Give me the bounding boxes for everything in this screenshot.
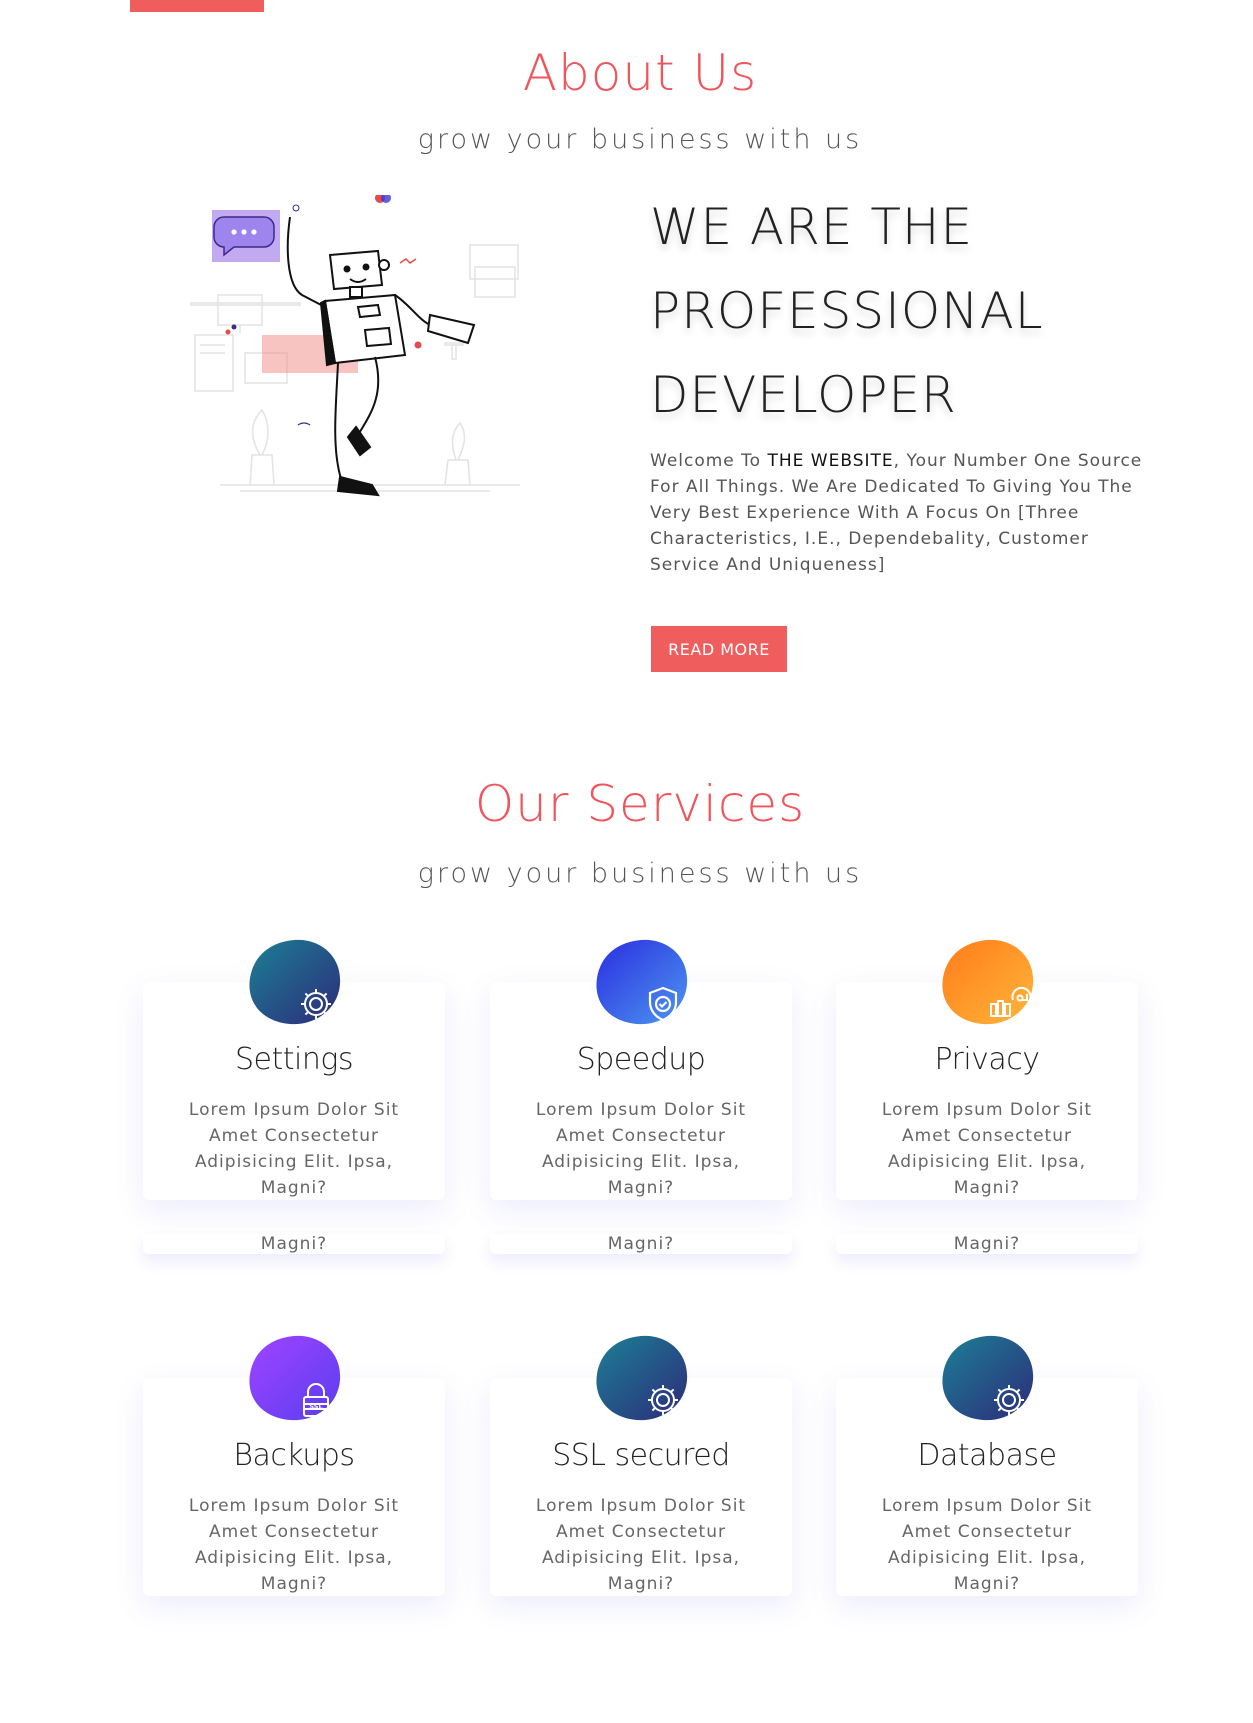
headline-line-1: WE ARE THE [650, 198, 974, 256]
service-card-overflow: Magni? [143, 1234, 445, 1254]
service-card-title: Backups [233, 1438, 355, 1473]
svg-text:SSL: SSL [309, 1403, 322, 1411]
services-title: Our Services [474, 775, 806, 833]
service-card-title: Settings [234, 1042, 354, 1077]
top-accent-bar [130, 0, 264, 12]
robot-illustration [190, 195, 520, 497]
gear-icon [939, 1334, 1035, 1422]
about-desc-prefix: Welcome To [650, 451, 768, 471]
service-card-title: Speedup [576, 1042, 706, 1077]
service-card-overflow: Magni? [836, 1234, 1138, 1254]
service-card-text: Lorem Ipsum Dolor Sit Amet Consectetur A… [881, 1100, 1093, 1198]
ssl-lock-icon: SSL [246, 1334, 342, 1422]
about-desc-brand: THE WEBSITE [767, 451, 894, 471]
about-title: About Us [522, 44, 758, 102]
service-card-title: SSL secured [552, 1438, 730, 1473]
service-card-title: Privacy [934, 1042, 1040, 1077]
gear-icon [593, 1334, 689, 1422]
service-card-overflow: Magni? [490, 1234, 792, 1254]
service-card-text: Lorem Ipsum Dolor Sit Amet Consectetur A… [188, 1496, 400, 1594]
service-card-text: Lorem Ipsum Dolor Sit Amet Consectetur A… [881, 1496, 1093, 1594]
service-card-title: Database [917, 1438, 1057, 1473]
service-card-text: Lorem Ipsum Dolor Sit Amet Consectetur A… [535, 1100, 747, 1198]
headline-line-3: DEVELOPER [650, 366, 957, 424]
service-card-overflow-text: Magni? [953, 1234, 1021, 1254]
service-card-overflow-text: Magni? [260, 1234, 328, 1254]
chart-refresh-icon [939, 938, 1035, 1026]
about-description: Welcome To THE WEBSITE, Your Number One … [650, 448, 1160, 578]
shield-check-icon [593, 938, 689, 1026]
read-more-button[interactable]: READ MORE [651, 626, 787, 672]
service-card-overflow-text: Magni? [607, 1234, 675, 1254]
service-card-text: Lorem Ipsum Dolor Sit Amet Consectetur A… [188, 1100, 400, 1198]
gear-icon [246, 938, 342, 1026]
about-subtitle: grow your business with us [417, 124, 863, 155]
about-headline: WE ARE THE PROFESSIONAL DEVELOPER [650, 185, 1170, 437]
services-subtitle: grow your business with us [417, 858, 863, 889]
headline-line-2: PROFESSIONAL [650, 282, 1044, 340]
service-card-text: Lorem Ipsum Dolor Sit Amet Consectetur A… [535, 1496, 747, 1594]
